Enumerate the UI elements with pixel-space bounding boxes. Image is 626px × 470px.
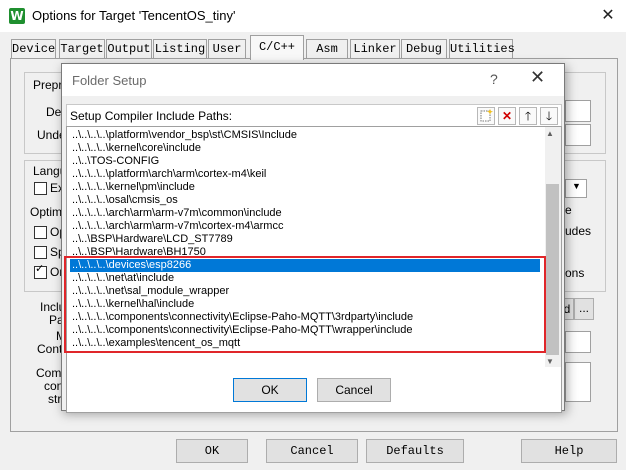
include-path-item[interactable]: ..\..\..\..\kernel\core\include <box>70 142 540 155</box>
include-path-item[interactable]: ..\..\..\..\devices\esp8266 <box>70 259 540 272</box>
include-path-item[interactable]: ..\..\..\..\net\sal_module_wrapper <box>70 285 540 298</box>
include-path-list[interactable]: ..\..\..\..\platform\vendor_bsp\st\CMSIS… <box>66 126 562 413</box>
include-path-item[interactable]: ..\..\..\..\arch\arm\arm-v7m\cortex-m4\a… <box>70 220 540 233</box>
tab-utilities[interactable]: Utilities <box>449 39 515 58</box>
include-path-item[interactable]: ..\..\..\..\net\at\include <box>70 272 540 285</box>
help-icon[interactable]: ? <box>490 71 498 87</box>
include-paths-header-label: Setup Compiler Include Paths: <box>70 109 233 123</box>
tab-device[interactable]: Device <box>11 39 56 58</box>
tab-user[interactable]: User <box>208 39 246 58</box>
include-paths-header: Setup Compiler Include Paths: ✕ 🡑 🡓 <box>66 104 562 127</box>
option-checkbox-3[interactable] <box>34 246 47 259</box>
tab-asm[interactable]: Asm <box>306 39 348 58</box>
undefine-field[interactable] <box>565 124 591 146</box>
compiler-string-field[interactable] <box>565 362 591 402</box>
browse-paths-button[interactable]: ... <box>574 298 594 320</box>
include-path-rows: ..\..\..\..\platform\vendor_bsp\st\CMSIS… <box>70 129 540 350</box>
defaults-button[interactable]: Defaults <box>366 439 464 463</box>
tab-target[interactable]: Target <box>59 39 105 58</box>
ok-button[interactable]: OK <box>176 439 248 463</box>
include-path-item[interactable]: ..\..\..\..\kernel\hal\include <box>70 298 540 311</box>
include-path-item[interactable]: ..\..\..\..\examples\tencent_os_mqtt <box>70 337 540 350</box>
include-path-item[interactable]: ..\..\..\..\components\connectivity\Ecli… <box>70 324 540 337</box>
scroll-up-icon[interactable]: ▲ <box>546 129 554 138</box>
option-checkbox-2[interactable] <box>34 226 47 239</box>
checkmark-icon: ✓ <box>35 263 45 275</box>
dialog-cancel-button[interactable]: Cancel <box>317 378 391 402</box>
tab-listing[interactable]: Listing <box>153 39 207 58</box>
delete-icon[interactable]: ✕ <box>498 107 516 125</box>
include-path-item[interactable]: ..\..\BSP\Hardware\LCD_ST7789 <box>70 233 540 246</box>
folder-setup-dialog: Folder Setup ? ✕ Setup Compiler Include … <box>61 63 565 413</box>
fragment-e: e <box>565 203 572 217</box>
dialog-title: Folder Setup <box>72 73 147 88</box>
cancel-button[interactable]: Cancel <box>266 439 358 463</box>
scroll-thumb[interactable] <box>546 184 559 355</box>
scroll-down-icon[interactable]: ▼ <box>546 357 554 366</box>
include-path-item[interactable]: ..\..\..\..\osal\cmsis_os <box>70 194 540 207</box>
window-close-icon[interactable]: ✕ <box>596 4 620 28</box>
tab-debug[interactable]: Debug <box>401 39 447 58</box>
tab-c-cpp[interactable]: C/C++ <box>250 35 304 60</box>
move-down-icon[interactable]: 🡓 <box>540 107 558 125</box>
tab-linker[interactable]: Linker <box>350 39 400 58</box>
include-path-item[interactable]: ..\..\..\..\platform\arch\arm\cortex-m4\… <box>70 168 540 181</box>
include-path-item[interactable]: ..\..\BSP\Hardware\BH1750 <box>70 246 540 259</box>
string-label: str <box>48 392 62 406</box>
include-path-item[interactable]: ..\..\TOS-CONFIG <box>70 155 540 168</box>
window-title: Options for Target 'TencentOS_tiny' <box>32 8 236 23</box>
list-scrollbar[interactable]: ▲ ▼ <box>545 127 561 367</box>
misc-controls-field[interactable] <box>565 331 591 353</box>
include-path-item[interactable]: ..\..\..\..\components\connectivity\Ecli… <box>70 311 540 324</box>
tab-output[interactable]: Output <box>106 39 152 58</box>
move-up-icon[interactable]: 🡑 <box>519 107 537 125</box>
fragment-udes: udes <box>565 224 592 238</box>
keil-logo-icon: W <box>9 8 25 24</box>
include-path-item[interactable]: ..\..\..\..\kernel\pm\include <box>70 181 540 194</box>
dialog-ok-button[interactable]: OK <box>233 378 307 402</box>
fragment-ons: ons <box>565 266 585 280</box>
chevron-down-icon: ▼ <box>572 181 581 191</box>
new-folder-icon[interactable] <box>477 107 495 125</box>
define-field[interactable] <box>565 100 591 122</box>
include-path-item[interactable]: ..\..\..\..\arch\arm\arm-v7m\common\incl… <box>70 207 540 220</box>
option-checkbox-1[interactable] <box>34 182 47 195</box>
include-path-item[interactable]: ..\..\..\..\platform\vendor_bsp\st\CMSIS… <box>70 129 540 142</box>
help-button[interactable]: Help <box>521 439 617 463</box>
dialog-close-icon[interactable]: ✕ <box>530 67 545 88</box>
